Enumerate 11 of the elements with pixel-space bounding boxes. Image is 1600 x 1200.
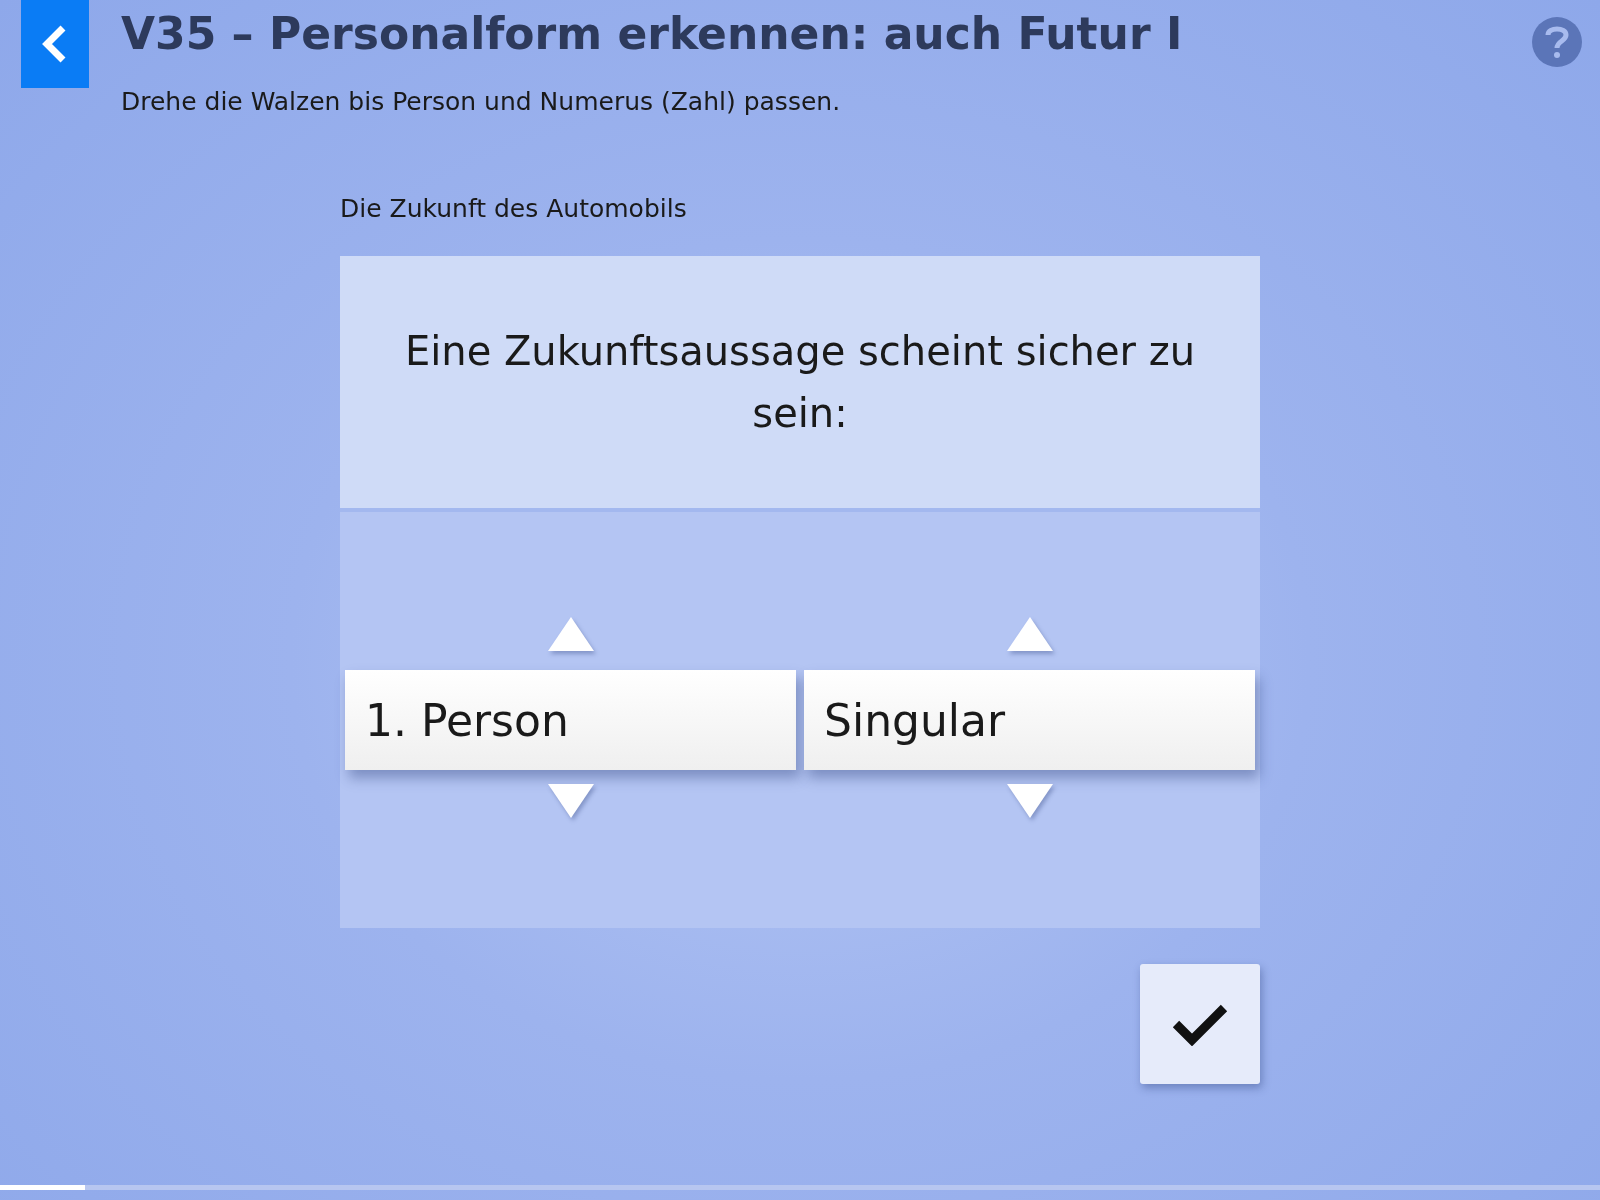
context-label: Die Zukunft des Automobils — [340, 194, 688, 223]
wheel-value[interactable]: 1. Person — [345, 670, 796, 770]
question-text: Eine Zukunftsaussage scheint sicher zu sein: — [340, 256, 1260, 512]
checkmark-icon — [1172, 1002, 1228, 1046]
check-button[interactable] — [1140, 964, 1260, 1084]
page-title: V35 – Personalform erkennen: auch Futur I — [121, 8, 1183, 59]
help-button[interactable] — [1532, 17, 1582, 67]
instruction-text: Drehe die Walzen bis Person und Numerus (Zahl) passen. — [121, 87, 842, 116]
wheel-value[interactable]: Singular — [804, 670, 1255, 770]
help-icon — [1545, 25, 1569, 59]
back-button[interactable] — [21, 0, 89, 88]
